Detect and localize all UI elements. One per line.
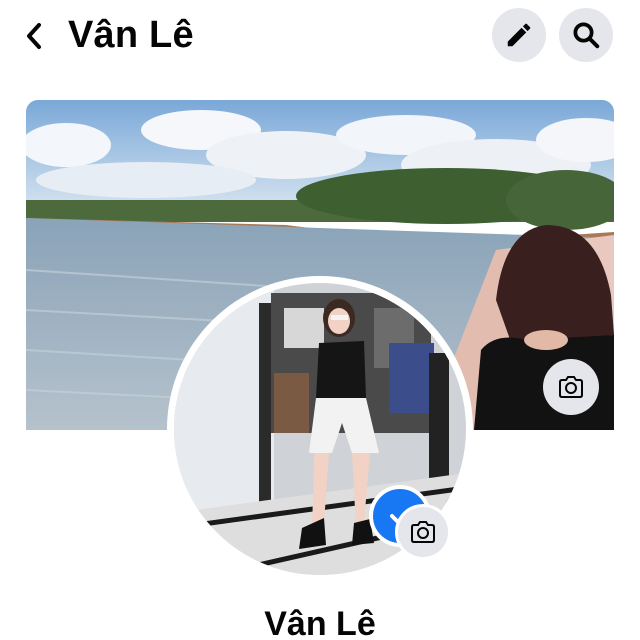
chevron-left-icon (27, 23, 41, 49)
top-bar: Vân Lê (0, 0, 640, 72)
cover-camera-button[interactable] (543, 359, 599, 415)
profile-name: Vân Lê (264, 605, 376, 640)
edit-button[interactable] (492, 8, 546, 62)
search-icon (573, 22, 600, 49)
camera-icon (559, 376, 583, 398)
search-button[interactable] (559, 8, 613, 62)
pencil-icon (507, 23, 531, 47)
page-title: Vân Lê (68, 14, 194, 56)
back-button[interactable] (18, 16, 50, 56)
camera-icon (411, 521, 435, 543)
avatar-camera-button[interactable] (395, 504, 451, 560)
